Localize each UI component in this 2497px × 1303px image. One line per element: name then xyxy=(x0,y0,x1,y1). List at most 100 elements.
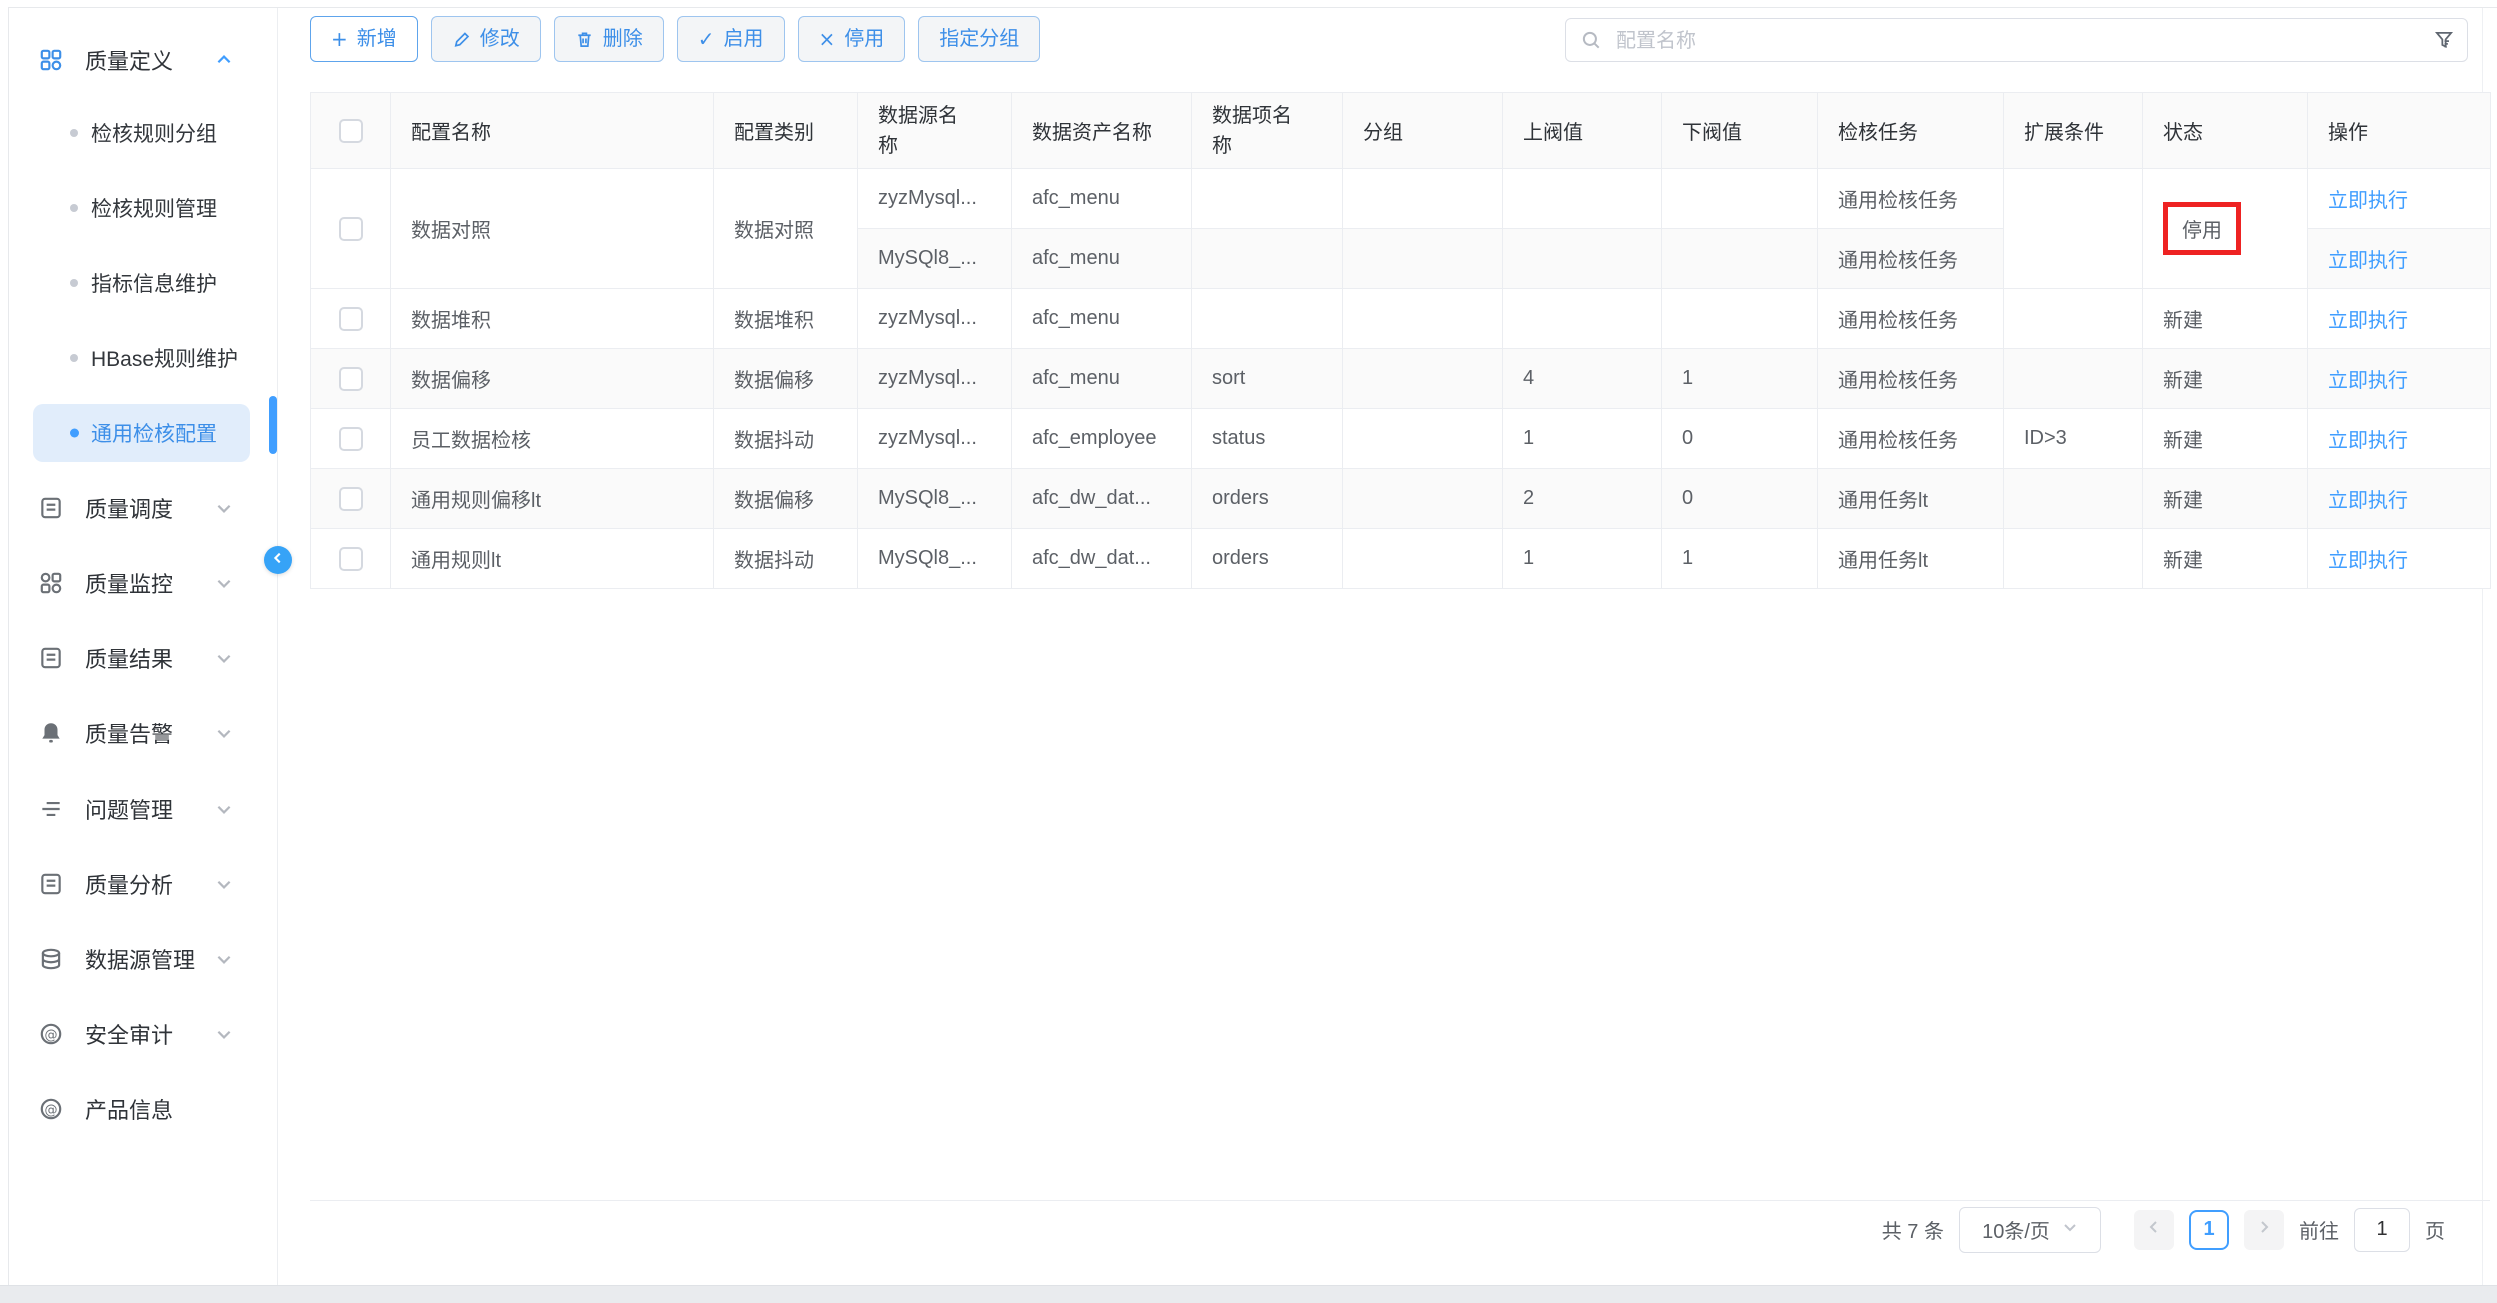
chevron-down-icon xyxy=(215,574,233,592)
active-menu-indicator xyxy=(269,396,277,454)
enable-button[interactable]: ✓ 启用 xyxy=(677,16,785,62)
sidebar-collapse-button[interactable] xyxy=(264,546,292,574)
header-source-name: 数据源名称 xyxy=(858,93,1012,169)
header-action: 操作 xyxy=(2308,93,2491,169)
sidebar-item-quality-monitor[interactable]: 质量监控 xyxy=(9,559,277,607)
disable-button[interactable]: × 停用 xyxy=(798,16,906,62)
current-page-button[interactable]: 1 xyxy=(2189,1210,2229,1250)
search-box xyxy=(1565,18,2468,62)
cell-lower-threshold xyxy=(1662,289,1818,349)
header-config-name: 配置名称 xyxy=(391,93,714,169)
execute-now-link[interactable]: 立即执行 xyxy=(2328,310,2408,332)
execute-now-link[interactable]: 立即执行 xyxy=(2328,250,2408,272)
search-input[interactable] xyxy=(1614,19,2398,63)
toolbar: + 新增 修改 删除 ✓ 启用 × 停用 指定分组 xyxy=(310,16,1040,62)
cell-action: 立即执行 xyxy=(2308,289,2491,349)
cell-item-name xyxy=(1192,229,1343,289)
cell-status: 新建 xyxy=(2143,289,2308,349)
cell-action: 立即执行 xyxy=(2308,349,2491,409)
cell-action: 立即执行 xyxy=(2308,169,2491,229)
row-checkbox[interactable] xyxy=(339,427,363,451)
cell-action: 立即执行 xyxy=(2308,229,2491,289)
row-checkbox-cell xyxy=(311,289,391,349)
sidebar-item-hbase-rule[interactable]: HBase规则维护 xyxy=(9,333,277,383)
row-checkbox[interactable] xyxy=(339,217,363,241)
delete-button[interactable]: 删除 xyxy=(554,16,664,62)
funnel-filter-icon[interactable] xyxy=(2433,29,2455,56)
row-checkbox-cell xyxy=(311,409,391,469)
sidebar-item-issue-manage[interactable]: 问题管理 xyxy=(9,785,277,833)
row-checkbox[interactable] xyxy=(339,307,363,331)
row-checkbox[interactable] xyxy=(339,487,363,511)
cell-action: 立即执行 xyxy=(2308,409,2491,469)
cell-group xyxy=(1343,289,1503,349)
sidebar-item-quality-result[interactable]: 质量结果 xyxy=(9,634,277,682)
prev-page-button[interactable] xyxy=(2134,1210,2174,1250)
execute-now-link[interactable]: 立即执行 xyxy=(2328,370,2408,392)
sidebar-item-datasource-manage[interactable]: 数据源管理 xyxy=(9,935,277,983)
collapse-left-icon xyxy=(271,551,285,570)
chevron-left-icon xyxy=(2146,1218,2162,1241)
sidebar-item-check-rule-group[interactable]: 检核规则分组 xyxy=(9,108,277,158)
sidebar-item-quality-alert[interactable]: 质量告警 xyxy=(9,709,277,757)
sidebar-item-security-audit[interactable]: @ 安全审计 xyxy=(9,1010,277,1058)
check-config-table: 配置名称 配置类别 数据源名称 数据资产名称 数据项名称 分组 上阀值 下阀值 … xyxy=(310,92,2490,589)
check-icon: ✓ xyxy=(698,29,715,49)
cell-ext-condition xyxy=(2004,469,2143,529)
table-row: 员工数据检核 数据抖动 zyzMysql... afc_employee sta… xyxy=(311,409,2491,469)
page-top-border xyxy=(8,7,2497,8)
row-checkbox-cell xyxy=(311,169,391,289)
cell-check-task: 通用检核任务 xyxy=(1818,229,2004,289)
header-asset-name: 数据资产名称 xyxy=(1012,93,1192,169)
cell-asset-name: afc_menu xyxy=(1012,169,1192,229)
execute-now-link[interactable]: 立即执行 xyxy=(2328,190,2408,212)
trash-icon xyxy=(575,30,594,49)
add-button[interactable]: + 新增 xyxy=(310,16,418,62)
page-unit-label: 页 xyxy=(2425,1215,2445,1244)
execute-now-link[interactable]: 立即执行 xyxy=(2328,490,2408,512)
cell-check-task: 通用检核任务 xyxy=(1818,349,2004,409)
cell-config-category: 数据抖动 xyxy=(714,409,858,469)
pagination: 共 7 条 10条/页 1 前往 页 xyxy=(310,1200,2490,1258)
next-page-button[interactable] xyxy=(2244,1210,2284,1250)
at-circle-icon: @ xyxy=(38,1096,64,1122)
sidebar-item-product-info[interactable]: @ 产品信息 xyxy=(9,1085,277,1133)
cell-upper-threshold xyxy=(1503,229,1662,289)
cell-check-task: 通用检核任务 xyxy=(1818,409,2004,469)
goto-page-input[interactable] xyxy=(2354,1208,2410,1252)
chevron-down-icon xyxy=(215,499,233,517)
cell-config-category: 数据抖动 xyxy=(714,529,858,589)
sidebar-item-indicator-info[interactable]: 指标信息维护 xyxy=(9,258,277,308)
assign-group-button[interactable]: 指定分组 xyxy=(918,16,1040,62)
cell-source-name: zyzMysql... xyxy=(858,349,1012,409)
cell-status: 新建 xyxy=(2143,409,2308,469)
cell-lower-threshold xyxy=(1662,229,1818,289)
doc-icon xyxy=(38,495,64,521)
select-all-checkbox[interactable] xyxy=(339,119,363,143)
row-checkbox[interactable] xyxy=(339,547,363,571)
cell-action: 立即执行 xyxy=(2308,469,2491,529)
bullet-icon xyxy=(70,279,78,287)
header-config-category: 配置类别 xyxy=(714,93,858,169)
page-size-select[interactable]: 10条/页 xyxy=(1959,1207,2101,1253)
bullet-icon xyxy=(70,204,78,212)
cell-asset-name: afc_menu xyxy=(1012,289,1192,349)
database-icon xyxy=(38,946,64,972)
grid-icon xyxy=(38,47,64,73)
cell-item-name: orders xyxy=(1192,469,1343,529)
row-checkbox[interactable] xyxy=(339,367,363,391)
cell-source-name: zyzMysql... xyxy=(858,169,1012,229)
sidebar-item-general-check-config[interactable]: 通用检核配置 xyxy=(33,404,250,462)
execute-now-link[interactable]: 立即执行 xyxy=(2328,430,2408,452)
chevron-down-icon xyxy=(2062,1218,2078,1241)
sidebar-item-check-rule-manage[interactable]: 检核规则管理 xyxy=(9,183,277,233)
search-icon xyxy=(1580,29,1602,56)
sidebar-item-quality-analysis[interactable]: 质量分析 xyxy=(9,860,277,908)
at-shield-icon: @ xyxy=(38,1021,64,1047)
chevron-right-icon xyxy=(2256,1218,2272,1241)
sidebar-item-quality-schedule[interactable]: 质量调度 xyxy=(9,484,277,532)
execute-now-link[interactable]: 立即执行 xyxy=(2328,550,2408,572)
chevron-down-icon xyxy=(215,649,233,667)
edit-button[interactable]: 修改 xyxy=(431,16,541,62)
sidebar-group-quality-definition[interactable]: 质量定义 xyxy=(9,36,277,84)
